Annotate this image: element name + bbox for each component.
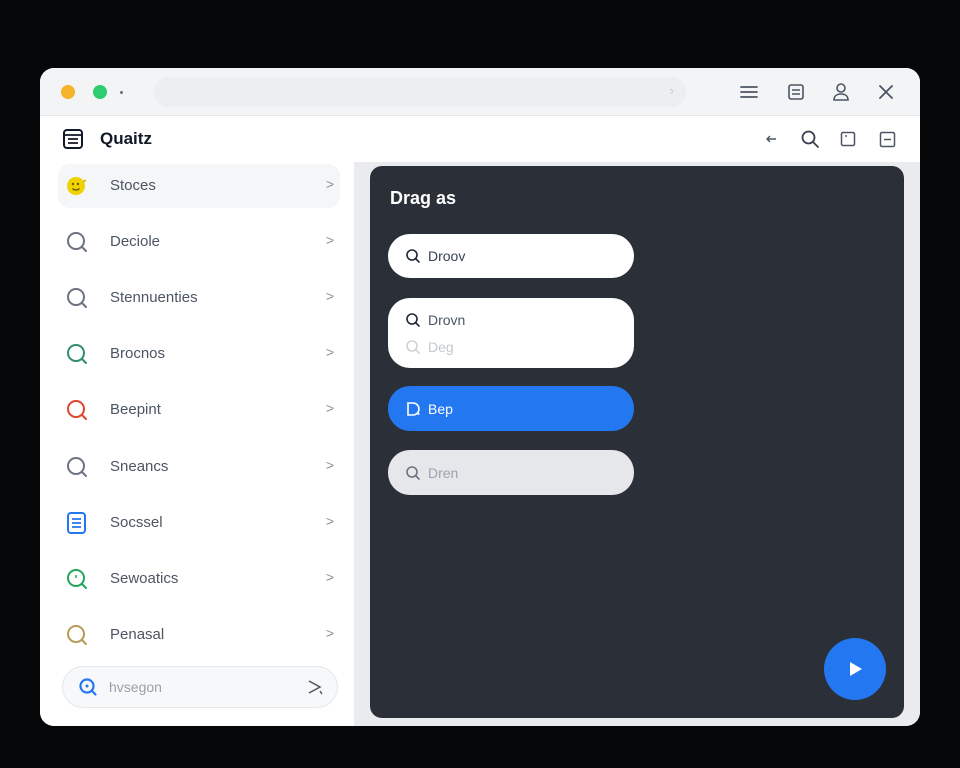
chevron-right-icon: > <box>325 176 334 192</box>
sidebar-item-brocnos[interactable]: Brocnos > <box>58 332 340 376</box>
send-icon[interactable] <box>305 677 325 697</box>
play-button[interactable] <box>824 638 886 700</box>
search-icon <box>78 677 98 697</box>
address-bar[interactable]: › <box>154 77 686 107</box>
search-icon <box>405 312 421 328</box>
sidebar-item-beepint[interactable]: Beepint > <box>58 388 340 432</box>
chevron-right-icon: > <box>325 232 334 248</box>
search-icon <box>65 398 89 422</box>
title-bar: › <box>40 68 920 116</box>
chevron-right-icon: > <box>325 344 334 360</box>
sidebar-item-socssel[interactable]: Socssel > <box>58 501 340 545</box>
drag-card[interactable]: Dren <box>388 450 634 495</box>
sidebar-item-label: Stoces <box>110 177 156 194</box>
card-label: Deg <box>428 339 454 355</box>
drag-card[interactable]: Bep <box>388 386 634 431</box>
search-icon <box>65 286 89 310</box>
main-panel: Drag as Droov Drovn Deg Bep Dren <box>354 162 920 726</box>
search-icon <box>405 248 421 264</box>
search-input[interactable]: hvsegon <box>109 679 162 695</box>
sidebar-item-sewoatics[interactable]: Sewoatics > <box>58 557 340 601</box>
note-icon[interactable] <box>784 80 808 104</box>
sidebar-item-label: Brocnos <box>110 345 166 362</box>
search-icon <box>65 623 89 647</box>
square-icon[interactable] <box>837 128 859 150</box>
document-icon <box>405 401 421 417</box>
panel-title: Drag as <box>390 188 457 208</box>
chevron-right-icon: > <box>325 513 334 529</box>
chevron-right-icon: > <box>325 400 334 416</box>
sidebar-item-label: Socssel <box>110 514 163 531</box>
chevron-right-icon: > <box>325 569 334 585</box>
card-label: Dren <box>428 465 459 481</box>
sidebar-item-label: Beepint <box>110 401 161 418</box>
sidebar-item-sneancs[interactable]: Sneancs > <box>58 445 340 489</box>
user-icon[interactable] <box>829 80 853 104</box>
close-icon[interactable] <box>874 80 898 104</box>
search-icon <box>405 339 421 355</box>
chevron-right-icon: › <box>669 83 674 98</box>
sidebar-item-penasal[interactable]: Penasal > <box>58 613 340 657</box>
card-label: Drovn <box>428 312 466 328</box>
menu-icon[interactable] <box>737 80 761 104</box>
app-window: › Quaitz Stoces > Deciole > Stennuenties… <box>40 68 920 726</box>
minimize-dot[interactable] <box>61 85 75 99</box>
drag-card[interactable]: Drovn Deg <box>388 298 634 368</box>
play-icon <box>850 662 862 676</box>
app-name: Quaitz <box>100 129 152 148</box>
search-icon <box>65 342 89 366</box>
sidebar-search[interactable]: hvsegon <box>62 666 338 708</box>
back-arrow-icon[interactable] <box>760 128 782 150</box>
chevron-right-icon: > <box>325 457 334 473</box>
face-icon <box>65 174 89 198</box>
search-icon[interactable] <box>799 128 821 150</box>
document-list-icon <box>62 128 84 150</box>
card-label: Droov <box>428 248 466 264</box>
card-label: Bep <box>428 401 453 417</box>
sidebar-item-label: Stennuenties <box>110 289 198 306</box>
drag-area: Drag as Droov Drovn Deg Bep Dren <box>370 166 904 718</box>
search-icon <box>65 230 89 254</box>
sidebar-item-label: Penasal <box>110 626 165 643</box>
search-icon <box>405 465 421 481</box>
chevron-right-icon: > <box>325 625 334 641</box>
maximize-dot[interactable] <box>93 85 107 99</box>
sidebar: Stoces > Deciole > Stennuenties > Brocno… <box>40 162 354 726</box>
search-icon <box>65 455 89 479</box>
indicator-dot <box>120 91 123 94</box>
sidebar-item-label: Sneancs <box>110 458 169 475</box>
drag-card[interactable]: Droov <box>388 234 634 278</box>
document-icon <box>65 511 89 535</box>
sidebar-item-stennuenties[interactable]: Stennuenties > <box>58 276 340 320</box>
search-icon <box>65 567 89 591</box>
app-header: Quaitz <box>40 116 920 162</box>
sidebar-item-label: Deciole <box>110 233 161 250</box>
minus-square-icon[interactable] <box>876 128 898 150</box>
sidebar-item-deciole[interactable]: Deciole > <box>58 220 340 264</box>
sidebar-item-stoces[interactable]: Stoces > <box>58 164 340 208</box>
chevron-right-icon: > <box>325 288 334 304</box>
sidebar-item-label: Sewoatics <box>110 570 179 587</box>
